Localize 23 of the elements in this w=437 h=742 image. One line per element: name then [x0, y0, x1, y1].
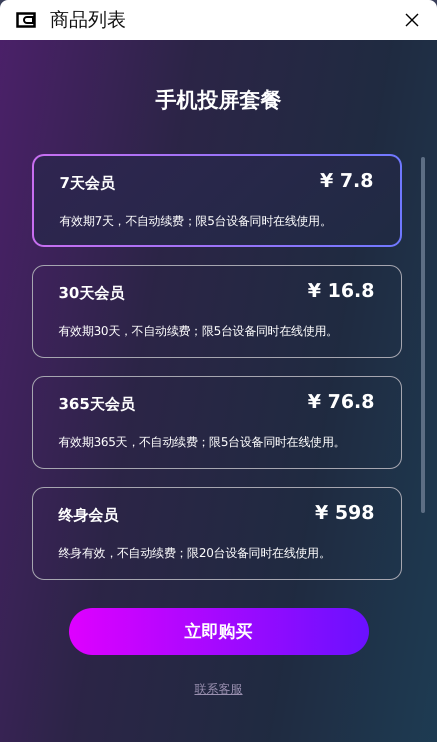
wallet-icon [16, 12, 36, 28]
plan-card[interactable]: 30天会员 ¥ 16.8 有效期30天，不自动续费；限5台设备同时在线使用。 [32, 265, 402, 358]
plan-price: ¥ 76.8 [308, 391, 374, 413]
plan-card[interactable]: 终身会员 ¥ 598 终身有效，不自动续费；限20台设备同时在线使用。 [32, 487, 402, 580]
plan-description: 有效期30天，不自动续费；限5台设备同时在线使用。 [58, 323, 339, 340]
plan-description: 终身有效，不自动续费；限20台设备同时在线使用。 [58, 545, 332, 562]
close-icon [405, 13, 419, 27]
plan-price: ¥ 7.8 [320, 170, 374, 192]
plan-card[interactable]: 365天会员 ¥ 76.8 有效期365天，不自动续费；限5台设备同时在线使用。 [32, 376, 402, 469]
plan-card[interactable]: 7天会员 ¥ 7.8 有效期7天，不自动续费；限5台设备同时在线使用。 [32, 154, 402, 247]
plan-price: ¥ 598 [315, 502, 374, 524]
plan-description: 有效期365天，不自动续费；限5台设备同时在线使用。 [58, 434, 346, 451]
plan-name: 终身会员 [58, 506, 118, 525]
scrollbar[interactable] [421, 157, 425, 513]
page-heading: 手机投屏套餐 [156, 87, 282, 114]
plan-name: 7天会员 [60, 174, 115, 193]
plan-price: ¥ 16.8 [308, 280, 374, 302]
plan-description: 有效期7天，不自动续费；限5台设备同时在线使用。 [60, 213, 333, 230]
plan-name: 365天会员 [58, 395, 135, 414]
window-title: 商品列表 [50, 8, 127, 33]
plan-name: 30天会员 [58, 284, 124, 303]
support-link[interactable]: 联系客服 [194, 681, 242, 698]
buy-button[interactable]: 立即购买 [68, 608, 368, 655]
